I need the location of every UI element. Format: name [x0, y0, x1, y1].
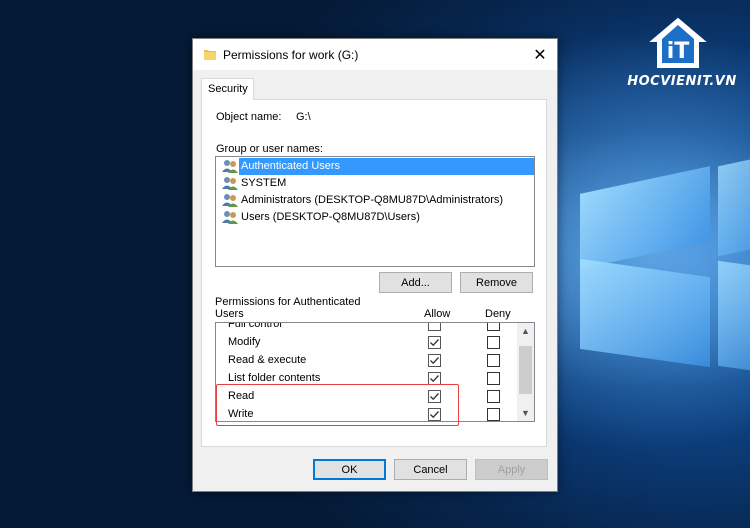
list-item-label: SYSTEM	[241, 177, 287, 189]
list-item-authenticated-users[interactable]: Authenticated Users	[218, 158, 534, 175]
perm-name: Full control	[228, 322, 282, 330]
deny-header: Deny	[485, 308, 511, 320]
watermark-logo: iT HOCVIENIT.VN	[620, 12, 744, 92]
deny-checkbox[interactable]	[487, 372, 500, 385]
deny-checkbox[interactable]	[487, 323, 500, 331]
permissions-label-line2: Users	[215, 308, 244, 320]
list-item-administrators[interactable]: Administrators (DESKTOP-Q8MU87D\Administ…	[218, 192, 532, 209]
deny-checkbox[interactable]	[487, 408, 500, 421]
object-name-label: Object name:	[216, 111, 282, 123]
watermark-text: HOCVIENIT.VN	[627, 74, 737, 89]
scroll-thumb[interactable]	[519, 346, 532, 394]
users-group-icon	[222, 194, 238, 207]
svg-text:iT: iT	[667, 39, 690, 64]
deny-checkbox[interactable]	[487, 390, 500, 403]
folder-icon	[204, 50, 216, 60]
close-icon: ✕	[533, 46, 547, 64]
windows-logo	[540, 150, 750, 390]
ok-button[interactable]: OK	[313, 459, 386, 480]
cancel-button-label: Cancel	[413, 463, 448, 476]
title-bar[interactable]: Permissions for work (G:) ✕	[193, 39, 557, 70]
apply-button[interactable]: Apply	[475, 459, 548, 480]
perm-row-modify: Modify	[216, 334, 518, 352]
highlight-box	[216, 384, 459, 426]
allow-checkbox[interactable]	[428, 354, 441, 367]
allow-checkbox[interactable]	[428, 323, 441, 331]
list-item-label: Users (DESKTOP-Q8MU87D\Users)	[241, 211, 420, 223]
tab-security[interactable]: Security	[201, 78, 254, 100]
perm-name: List folder contents	[228, 372, 321, 384]
scroll-down-arrow-icon[interactable]: ▼	[517, 405, 534, 421]
permissions-label-line1: Permissions for Authenticated	[215, 296, 361, 308]
house-icon: iT	[649, 17, 707, 68]
perm-row-full-control: Full control	[216, 322, 518, 334]
close-button[interactable]: ✕	[523, 39, 557, 70]
list-item-users[interactable]: Users (DESKTOP-Q8MU87D\Users)	[218, 209, 532, 226]
cancel-button[interactable]: Cancel	[394, 459, 467, 480]
users-group-icon	[222, 160, 238, 173]
checkmark-icon	[430, 357, 439, 365]
object-name-value: G:\	[296, 111, 311, 123]
apply-button-label: Apply	[497, 463, 526, 476]
add-button[interactable]: Add...	[379, 272, 452, 293]
perm-name: Read & execute	[228, 354, 307, 366]
add-button-label: Add...	[401, 276, 430, 289]
ok-button-label: OK	[341, 463, 358, 476]
perm-row-read-execute: Read & execute	[216, 352, 518, 370]
remove-button-label: Remove	[476, 276, 517, 289]
tab-security-label: Security	[208, 83, 248, 95]
list-item-system[interactable]: SYSTEM	[218, 175, 532, 192]
checkmark-icon	[430, 339, 439, 347]
perm-name: Modify	[228, 336, 261, 348]
permissions-scrollbar[interactable]: ▲ ▼	[517, 323, 534, 421]
scroll-up-arrow-icon[interactable]: ▲	[517, 323, 534, 339]
remove-button[interactable]: Remove	[460, 272, 533, 293]
checkmark-icon	[430, 375, 439, 383]
allow-checkbox[interactable]	[428, 336, 441, 349]
users-group-icon	[222, 211, 238, 224]
window-title: Permissions for work (G:)	[223, 48, 359, 62]
allow-header: Allow	[424, 308, 451, 320]
group-user-list[interactable]: Authenticated Users SYSTEM Administrator…	[215, 156, 535, 267]
list-item-label: Authenticated Users	[241, 160, 341, 172]
deny-checkbox[interactable]	[487, 354, 500, 367]
list-item-label: Administrators (DESKTOP-Q8MU87D\Administ…	[241, 194, 504, 206]
group-names-label: Group or user names:	[216, 143, 323, 155]
users-group-icon	[222, 177, 238, 190]
deny-checkbox[interactable]	[487, 336, 500, 349]
